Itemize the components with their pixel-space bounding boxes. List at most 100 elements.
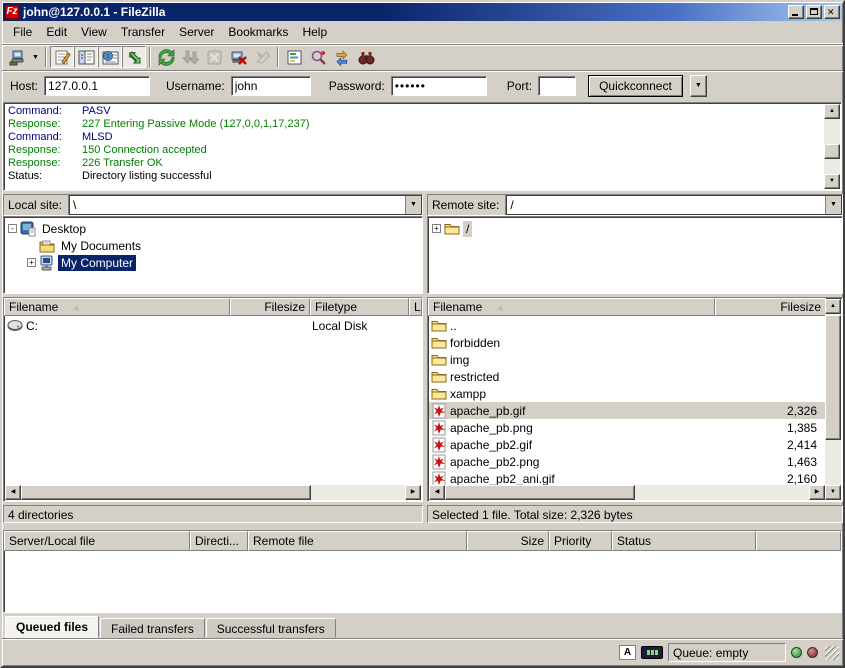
reconnect-button[interactable] <box>250 46 274 68</box>
title-bar[interactable]: Fz john@127.0.0.1 - FileZilla ✕ <box>3 3 842 21</box>
menu-transfer[interactable]: Transfer <box>114 22 172 42</box>
remote-file-row[interactable]: apache_pb2_ani.gif 2,160 <box>429 470 825 485</box>
column-header-filetype[interactable]: Filetype <box>310 298 409 316</box>
resize-grip[interactable] <box>825 646 839 660</box>
local-site-combobox[interactable]: \ ▼ <box>69 195 422 215</box>
chevron-down-icon: ▼ <box>32 54 39 61</box>
column-header-server-local-file[interactable]: Server/Local file <box>4 531 190 551</box>
minimize-button[interactable] <box>788 5 804 19</box>
folder-icon <box>431 335 447 351</box>
column-header-remote-file[interactable]: Remote file <box>248 531 467 551</box>
scroll-thumb[interactable] <box>824 144 840 159</box>
tab-queued-files[interactable]: Queued files <box>5 616 99 638</box>
username-label: Username: <box>166 79 225 93</box>
scroll-thumb[interactable] <box>445 485 635 500</box>
column-header-filename[interactable]: Filename▲ <box>4 298 230 316</box>
expand-icon[interactable]: + <box>432 224 441 233</box>
scroll-left-button[interactable]: ◀ <box>5 485 21 500</box>
log-line: Response:226 Transfer OK <box>6 157 823 170</box>
toggle-local-tree-button[interactable] <box>74 46 98 68</box>
log-vertical-scrollbar[interactable]: ▲ ▼ <box>824 104 840 190</box>
remote-vertical-scrollbar[interactable]: ▲ ▼ <box>825 299 841 500</box>
remote-file-row[interactable]: restricted <box>429 368 825 385</box>
site-manager-button[interactable] <box>5 46 29 68</box>
menu-server[interactable]: Server <box>172 22 221 42</box>
scroll-down-button[interactable]: ▼ <box>825 485 841 500</box>
quickconnect-button[interactable]: Quickconnect <box>588 75 683 97</box>
transfer-queue-icon <box>126 49 143 66</box>
menu-file[interactable]: File <box>6 22 39 42</box>
image-file-icon <box>431 471 447 486</box>
synchronized-browsing-button[interactable] <box>330 46 354 68</box>
toolbar: ▼ <box>2 44 843 71</box>
remote-file-row[interactable]: forbidden <box>429 334 825 351</box>
menu-help[interactable]: Help <box>295 22 334 42</box>
remote-file-row[interactable]: apache_pb2.gif 2,414 <box>429 436 825 453</box>
column-header-filesize[interactable]: Filesize <box>715 298 826 316</box>
column-header-size[interactable]: Size <box>467 531 549 551</box>
tab-failed-transfers[interactable]: Failed transfers <box>100 618 205 638</box>
column-header-direction[interactable]: Directi... <box>190 531 248 551</box>
password-input[interactable] <box>391 76 487 96</box>
refresh-button[interactable] <box>154 46 178 68</box>
remote-horizontal-scrollbar[interactable]: ◀ ▶ <box>429 485 825 500</box>
site-manager-dropdown-button[interactable]: ▼ <box>29 46 42 68</box>
scroll-up-button[interactable]: ▲ <box>824 104 840 119</box>
process-queue-button[interactable] <box>178 46 202 68</box>
host-input[interactable] <box>44 76 150 96</box>
toggle-transfer-queue-button[interactable] <box>122 46 146 68</box>
scroll-right-button[interactable]: ▶ <box>809 485 825 500</box>
local-horizontal-scrollbar[interactable]: ◀ ▶ <box>5 485 421 500</box>
tree-item-my-computer[interactable]: + My Computer <box>8 254 422 271</box>
scroll-right-button[interactable]: ▶ <box>405 485 421 500</box>
remote-file-row[interactable]: apache_pb.png 1,385 <box>429 419 825 436</box>
maximize-button[interactable] <box>806 5 822 19</box>
menu-edit[interactable]: Edit <box>39 22 74 42</box>
remote-file-row-selected[interactable]: apache_pb.gif 2,326 <box>429 402 825 419</box>
port-input[interactable] <box>538 76 576 96</box>
scroll-down-button[interactable]: ▼ <box>824 174 840 189</box>
remote-file-row[interactable]: .. <box>429 317 825 334</box>
cancel-operation-button[interactable] <box>202 46 226 68</box>
remote-file-row[interactable]: apache_pb2.png 1,463 <box>429 453 825 470</box>
expand-icon[interactable]: + <box>27 258 36 267</box>
tab-successful-transfers[interactable]: Successful transfers <box>206 618 336 638</box>
find-files-button[interactable] <box>354 46 378 68</box>
folder-icon <box>444 221 460 237</box>
column-header-filename[interactable]: Filename▲ <box>428 298 715 316</box>
close-button[interactable]: ✕ <box>824 5 840 19</box>
compare-directories-button[interactable] <box>306 46 330 68</box>
username-input[interactable] <box>231 76 311 96</box>
menu-view[interactable]: View <box>74 22 114 42</box>
remote-file-row[interactable]: img <box>429 351 825 368</box>
chevron-down-icon[interactable]: ▼ <box>405 196 421 214</box>
scroll-thumb[interactable] <box>21 485 311 500</box>
toggle-remote-tree-button[interactable] <box>98 46 122 68</box>
column-header-priority[interactable]: Priority <box>549 531 612 551</box>
tree-item-desktop[interactable]: - Desktop <box>8 220 422 237</box>
column-header-status[interactable]: Status <box>612 531 756 551</box>
menu-bookmarks[interactable]: Bookmarks <box>221 22 295 42</box>
maximize-icon <box>810 8 818 15</box>
toggle-message-log-button[interactable] <box>50 46 74 68</box>
quickconnect-dropdown-button[interactable]: ▼ <box>690 75 707 97</box>
column-header-filesize[interactable]: Filesize <box>230 298 310 316</box>
tree-item-my-documents[interactable]: My Documents <box>8 237 422 254</box>
collapse-icon[interactable]: - <box>8 224 17 233</box>
image-file-icon <box>431 437 447 453</box>
directory-listing-filters-button[interactable] <box>282 46 306 68</box>
speed-limits-icon[interactable] <box>641 646 663 659</box>
tree-item-root[interactable]: + / <box>432 220 842 237</box>
chevron-down-icon[interactable]: ▼ <box>825 196 841 214</box>
scroll-up-button[interactable]: ▲ <box>825 299 841 314</box>
column-header-truncated[interactable]: L <box>409 298 422 316</box>
scroll-thumb[interactable] <box>825 315 841 440</box>
remote-site-combobox[interactable]: / ▼ <box>506 195 842 215</box>
disconnect-button[interactable] <box>226 46 250 68</box>
remote-file-row[interactable]: xampp <box>429 385 825 402</box>
local-file-row[interactable]: C: Local Disk <box>5 317 421 334</box>
close-icon: ✕ <box>827 6 835 19</box>
scroll-left-button[interactable]: ◀ <box>429 485 445 500</box>
window-title: john@127.0.0.1 - FileZilla <box>23 5 788 19</box>
local-file-list: Filename▲ Filesize Filetype L C: Local D… <box>3 297 423 502</box>
